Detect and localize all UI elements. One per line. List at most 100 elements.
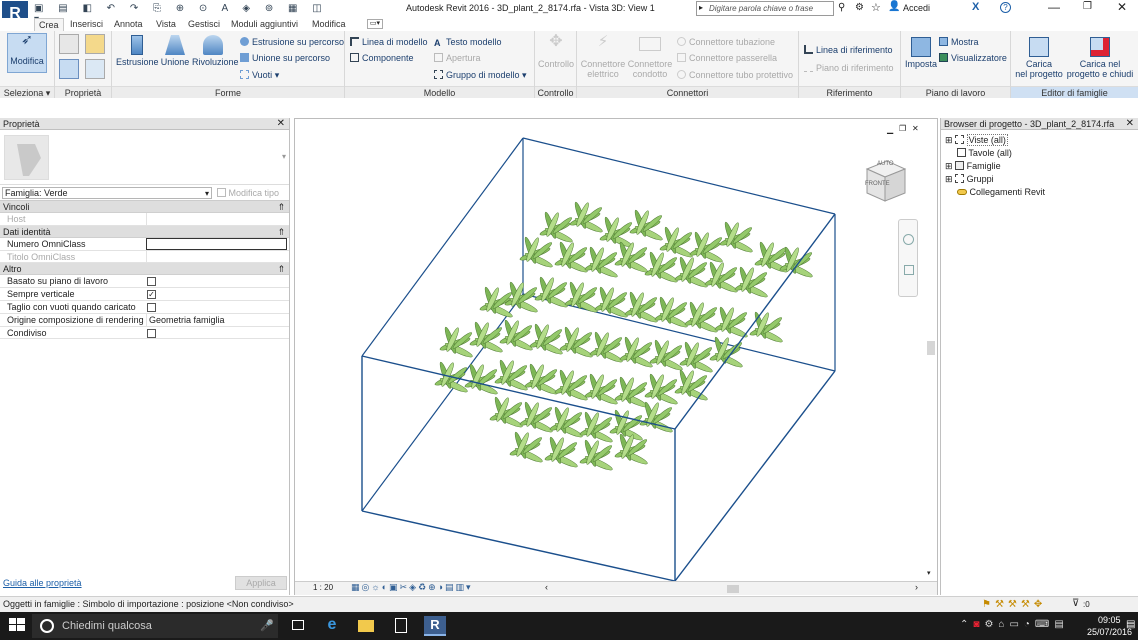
- linea-modello-button[interactable]: Linea di modello: [350, 36, 428, 48]
- gruppo-modello-dropdown[interactable]: Gruppo di modello ▾: [434, 69, 527, 81]
- collapse-icon[interactable]: ⇑: [277, 263, 285, 275]
- scroll-thumb[interactable]: [927, 341, 935, 355]
- estrusione-button[interactable]: Estrusione: [116, 35, 159, 67]
- view-cube[interactable]: AUTO FRONTE: [863, 157, 907, 205]
- taglio-checkbox[interactable]: [147, 302, 156, 312]
- binoculars-icon[interactable]: ⚲: [838, 2, 845, 13]
- tab-crea[interactable]: Crea: [34, 18, 64, 31]
- unione-button[interactable]: Unione: [158, 35, 192, 67]
- filter-icon[interactable]: ⊽: [1072, 597, 1079, 611]
- clock-time[interactable]: 09:05: [1098, 615, 1121, 625]
- file-explorer-icon[interactable]: [356, 616, 376, 636]
- connettore-passerella-button[interactable]: Connettore passerella: [677, 52, 777, 64]
- tab-inserisci[interactable]: Inserisci: [70, 18, 103, 31]
- notifications-icon[interactable]: ▤: [1126, 619, 1135, 630]
- connettore-tubo-button[interactable]: Connettore tubo protettivo: [677, 69, 793, 81]
- edit-type-button[interactable]: Modifica tipo: [217, 187, 287, 199]
- type-properties-icon[interactable]: [85, 59, 105, 79]
- testo-modello-button[interactable]: A Testo modello: [434, 36, 502, 48]
- piano-riferimento-button[interactable]: Piano di riferimento: [804, 62, 894, 74]
- favorites-star-icon[interactable]: ☆: [871, 1, 881, 14]
- sempre-verticale-checkbox[interactable]: ✓: [147, 290, 156, 300]
- revit-taskbar-icon[interactable]: R: [424, 616, 446, 636]
- type-selector[interactable]: ▾: [0, 130, 289, 185]
- status-icons[interactable]: ⚑⚒⚒⚒✥: [982, 598, 1046, 612]
- family-types-icon[interactable]: [59, 34, 79, 54]
- type-selector-arrow-icon[interactable]: ▾: [282, 152, 286, 161]
- maximize-button[interactable]: ❐: [1083, 1, 1092, 12]
- scroll-right-arrow-icon[interactable]: ›: [915, 582, 918, 592]
- windows-start-icon[interactable]: [8, 616, 28, 636]
- help-icon[interactable]: ?: [1000, 2, 1011, 13]
- connettore-elettrico-button[interactable]: ⚡ Connettore elettrico: [580, 34, 626, 79]
- visualizzatore-button[interactable]: Visualizzatore: [939, 52, 1007, 64]
- task-view-icon[interactable]: [288, 616, 308, 636]
- linea-riferimento-button[interactable]: Linea di riferimento: [804, 44, 893, 56]
- properties-icon[interactable]: [59, 59, 79, 79]
- tree-item-viste[interactable]: ⊞ Viste (all): [945, 134, 1008, 146]
- tree-item-gruppi[interactable]: ⊞ Gruppi: [945, 173, 994, 185]
- calculator-icon[interactable]: [391, 616, 411, 636]
- section-altro[interactable]: Altro ⇑: [0, 263, 289, 276]
- tab-gestisci[interactable]: Gestisci: [188, 18, 220, 31]
- exchange-icon[interactable]: X: [972, 1, 979, 13]
- properties-help-link[interactable]: Guida alle proprietà: [3, 578, 82, 588]
- quick-access-toolbar[interactable]: ▣ ▤ ◧ ↶ ↷ ⎘ ⊕ ⊙ A ◈ ⊚ ▦ ◫ ▾: [34, 3, 344, 25]
- cortana-search-input[interactable]: Chiedimi qualcosa: [62, 620, 152, 632]
- microphone-icon[interactable]: 🎤: [260, 619, 274, 632]
- section-vincoli[interactable]: Vincoli ⇑: [0, 201, 289, 213]
- close-icon[interactable]: ✕: [277, 118, 285, 130]
- seleziona-dropdown[interactable]: Seleziona ▾: [0, 86, 54, 98]
- close-button[interactable]: ✕: [1117, 0, 1127, 14]
- subscription-icon[interactable]: ⚙: [855, 2, 864, 13]
- tab-vista[interactable]: Vista: [156, 18, 176, 31]
- connettore-tubazione-button[interactable]: Connettore tubazione: [677, 36, 775, 48]
- scroll-down-arrow-icon[interactable]: ▾: [927, 569, 931, 577]
- modifica-button[interactable]: ➶ Modifica: [7, 32, 47, 73]
- scroll-left-arrow-icon[interactable]: ‹: [545, 582, 548, 592]
- view-control-icons[interactable]: ▦◎☼◐▣✂◈♻⊕◑▤▥▾: [351, 582, 473, 593]
- model-canvas[interactable]: [295, 119, 927, 581]
- numero-omniclass-field[interactable]: [146, 237, 287, 250]
- search-box[interactable]: Digitare parola chiave o frase ▸: [696, 1, 834, 16]
- view-scale[interactable]: 1 : 20: [313, 583, 333, 592]
- carica-progetto-button[interactable]: Carica nel progetto: [1013, 37, 1065, 79]
- close-icon[interactable]: ✕: [1126, 118, 1134, 130]
- expand-icon[interactable]: ⊞: [945, 135, 953, 145]
- horizontal-scroll-thumb[interactable]: [727, 585, 739, 593]
- origine-value[interactable]: Geometria famiglia: [146, 313, 287, 326]
- user-icon[interactable]: 👤: [888, 1, 900, 12]
- cortana-search[interactable]: Chiedimi qualcosa 🎤: [32, 614, 278, 638]
- estrusione-percorso-button[interactable]: Estrusione su percorso: [240, 36, 344, 48]
- section-dati-identita[interactable]: Dati identità ⇑: [0, 225, 289, 238]
- mostra-button[interactable]: Mostra: [939, 36, 979, 48]
- apertura-button[interactable]: Apertura: [434, 52, 481, 64]
- collapse-icon[interactable]: ⇑: [277, 226, 285, 238]
- tab-annota[interactable]: Annota: [114, 18, 143, 31]
- ribbon-toggle-button[interactable]: ▭▾: [367, 19, 383, 29]
- connettore-condotto-button[interactable]: Connettore condotto: [627, 37, 673, 79]
- system-tray-icons[interactable]: ⌃◙⚙⌂▭◔⌨▤: [960, 619, 1069, 630]
- carica-chiudi-button[interactable]: Carica nel progetto e chiudi: [1065, 37, 1135, 79]
- vuoti-dropdown[interactable]: Vuoti ▾: [240, 69, 279, 81]
- tree-item-famiglie[interactable]: ⊞ Famiglie: [945, 160, 1001, 172]
- tab-moduli[interactable]: Moduli aggiuntivi: [231, 18, 298, 31]
- condiviso-checkbox[interactable]: [147, 328, 156, 338]
- vertical-scrollbar[interactable]: ▾: [925, 119, 937, 581]
- family-category-icon[interactable]: [85, 34, 105, 54]
- basato-checkbox[interactable]: [147, 277, 156, 287]
- expand-icon[interactable]: ⊞: [945, 174, 953, 184]
- rivoluzione-button[interactable]: Rivoluzione: [192, 35, 239, 67]
- edge-browser-icon[interactable]: e: [322, 616, 342, 636]
- imposta-button[interactable]: Imposta: [903, 37, 939, 69]
- collapse-icon[interactable]: ⇑: [277, 201, 285, 213]
- view-3d[interactable]: ▁ ❐ ✕ AUTO FRONTE ▾ 1: 20 ▦◎☼◐▣✂◈♻⊕◑▤▥▾…: [294, 118, 938, 595]
- unione-percorso-button[interactable]: Unione su percorso: [240, 52, 330, 64]
- family-dropdown[interactable]: Famiglia: Verde ▾: [2, 187, 212, 199]
- tree-item-collegamenti[interactable]: Collegamenti Revit: [957, 186, 1045, 198]
- navigation-bar[interactable]: [898, 219, 918, 297]
- apply-button[interactable]: Applica: [235, 576, 287, 590]
- componente-button[interactable]: Componente: [350, 52, 414, 64]
- controllo-button[interactable]: ✥ Controllo: [537, 34, 575, 70]
- steering-wheel-icon[interactable]: [903, 234, 914, 245]
